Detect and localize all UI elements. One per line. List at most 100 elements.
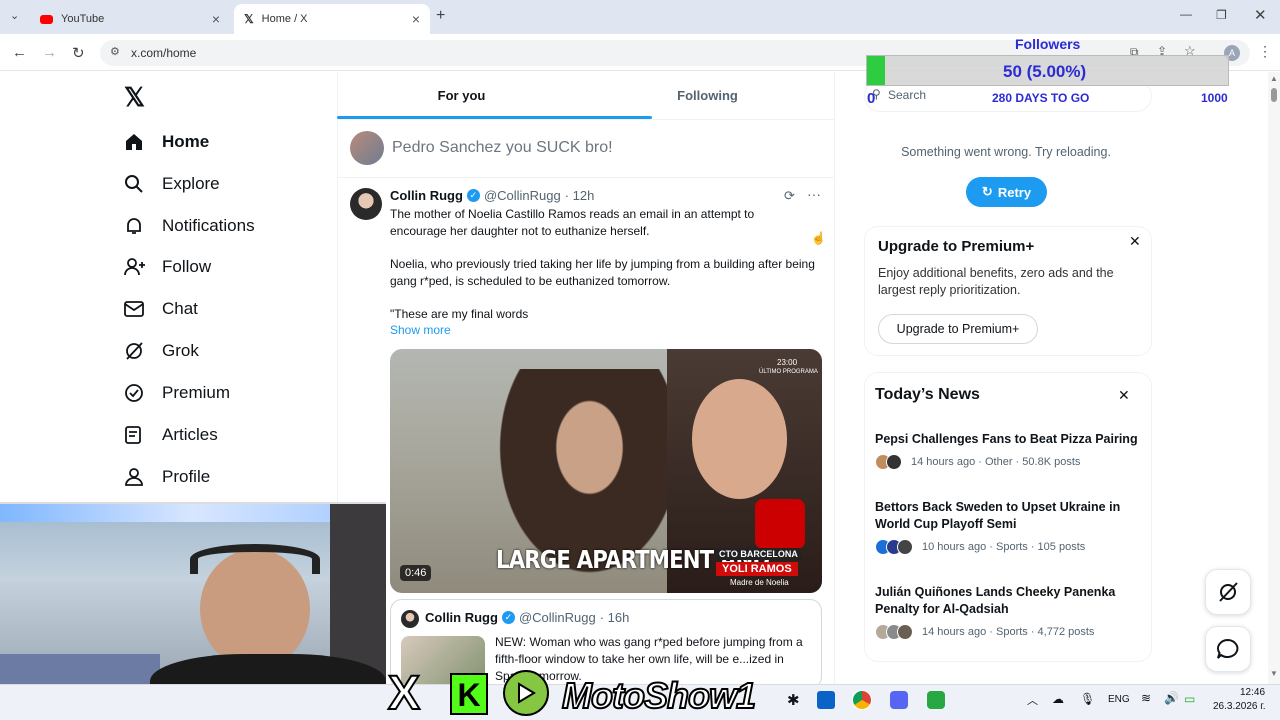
divider [337, 177, 835, 178]
news-item-meta: 14 hours ago · Other · 50.8K posts [911, 456, 1081, 468]
sidebar-item-profile[interactable]: Profile [124, 462, 210, 492]
scrollbar-thumb[interactable] [1271, 88, 1277, 102]
chrome-icon[interactable] [852, 690, 872, 710]
sidebar-item-label: Premium [162, 383, 231, 402]
window-close-icon[interactable]: ✕ [1254, 6, 1267, 24]
grok-actions-icon[interactable]: ⟳ [784, 188, 795, 204]
quoted-time: · 16h [599, 610, 630, 625]
scrollbar[interactable]: ▲ ▼ [1268, 72, 1280, 684]
followers-max: 1000 [1201, 91, 1228, 105]
scrollbar-up-icon[interactable]: ▲ [1270, 74, 1278, 83]
language-indicator[interactable]: ENG [1108, 694, 1130, 705]
tweet-text-p3: "These are my final words [390, 307, 529, 321]
sidebar-item-explore[interactable]: Explore [124, 169, 220, 199]
x-brand-icon: X [387, 667, 421, 720]
user-avatar[interactable] [350, 131, 384, 165]
show-more-link[interactable]: Show more [390, 323, 451, 337]
verified-icon: ✓ [466, 189, 480, 202]
onedrive-icon[interactable]: ☁ [1052, 692, 1064, 706]
app-icon[interactable] [890, 691, 908, 709]
clock-time[interactable]: 12:46 [1240, 687, 1265, 698]
news-item[interactable]: Julián Quiñones Lands Cheeky Panenka Pen… [875, 584, 1143, 640]
search-icon [124, 174, 162, 194]
chat-floating-button[interactable] [1205, 626, 1251, 672]
tweet-author-handle[interactable]: @CollinRugg [484, 188, 561, 203]
tab-x-home[interactable]: 𝕏 Home / X × [234, 4, 430, 34]
upgrade-premium-button[interactable]: Upgrade to Premium+ [878, 314, 1038, 344]
outlook-icon[interactable] [817, 691, 835, 709]
tweet-video[interactable]: 23:00 ÚLTIMO PROGRAMA LARGE APARTMENT AN… [390, 349, 822, 593]
reload-icon[interactable]: ↻ [72, 44, 85, 62]
close-icon[interactable]: ✕ [1118, 387, 1130, 404]
followers-days: 280 DAYS TO GO [992, 91, 1090, 105]
followers-widget-title: Followers [1015, 36, 1081, 52]
avatar [897, 624, 913, 640]
wifi-icon[interactable]: ≋ [1141, 691, 1151, 705]
sidebar-item-chat[interactable]: Chat [124, 294, 198, 324]
volume-icon[interactable]: 🔊 [1164, 691, 1179, 705]
news-item-title: Bettors Back Sweden to Upset Ukraine in … [875, 500, 1121, 531]
tweet-time[interactable]: · 12h [565, 188, 595, 203]
sidebar-item-follow[interactable]: Follow [124, 252, 211, 282]
verified-icon: ✓ [501, 611, 515, 624]
close-icon[interactable]: × [212, 11, 220, 27]
tab-youtube[interactable]: YouTube × [30, 4, 230, 34]
sidebar-item-label: Explore [162, 174, 220, 193]
tab-list-icon[interactable]: ⌄ [10, 9, 19, 22]
tray-chevron-icon[interactable]: ︿ [1027, 692, 1038, 708]
site-info-icon[interactable]: ⚙ [110, 45, 120, 58]
sidebar-item-label: Follow [162, 257, 212, 276]
new-tab-icon[interactable]: + [436, 7, 445, 25]
retry-button[interactable]: ↻ Retry [966, 177, 1047, 207]
mouse-cursor-icon: ☝ [811, 231, 826, 245]
close-icon[interactable]: ✕ [1129, 233, 1141, 250]
more-options-icon[interactable]: ··· [807, 186, 821, 202]
envelope-icon [124, 300, 162, 318]
microphone-icon[interactable]: 🎙 [1080, 692, 1095, 706]
add-person-icon [124, 257, 162, 277]
news-item-meta: 14 hours ago · Sports · 4,772 posts [922, 626, 1095, 638]
clock-date[interactable]: 26.3.2026 г. [1213, 701, 1265, 712]
news-item-title: Julián Quiñones Lands Cheeky Panenka Pen… [875, 585, 1116, 616]
refresh-icon: ↻ [981, 184, 993, 199]
news-item-title: Pepsi Challenges Fans to Beat Pizza Pair… [875, 432, 1138, 446]
battery-icon[interactable]: ▭ [1184, 692, 1195, 706]
tab-following[interactable]: Following [583, 72, 832, 120]
youtube-icon [40, 14, 53, 24]
forward-icon[interactable]: → [42, 44, 57, 61]
news-item-meta: 10 hours ago · Sports · 105 posts [922, 541, 1086, 553]
premium-desc: Enjoy additional benefits, zero ads and … [878, 266, 1114, 297]
tweet-header: Collin Rugg ✓ @CollinRugg · 12h [390, 188, 594, 203]
scrollbar-down-icon[interactable]: ▼ [1270, 669, 1278, 678]
sidebar-item-articles[interactable]: Articles [124, 420, 218, 450]
sidebar-item-grok[interactable]: Grok [124, 336, 199, 366]
news-item-meta-row: 14 hours ago · Sports · 4,772 posts [875, 624, 1143, 640]
compose-input[interactable]: Pedro Sanchez you SUCK bro! [392, 139, 613, 157]
x-logo-icon[interactable]: 𝕏 [124, 82, 145, 113]
video-overlay-program: ÚLTIMO PROGRAMA [759, 369, 818, 375]
followers-value: 50 (5.00%) [1003, 62, 1087, 81]
premium-title: Upgrade to Premium+ [878, 238, 1035, 255]
tweet-author-name[interactable]: Collin Rugg [390, 188, 463, 203]
tweet-text-p2: Noelia, who previously tried taking her … [390, 257, 815, 288]
grok-floating-button[interactable] [1205, 569, 1251, 615]
sidebar-item-premium[interactable]: Premium [124, 378, 230, 408]
puzzle-icon[interactable]: ✱ [787, 691, 800, 709]
browser-menu-icon[interactable]: ⋮ [1258, 43, 1272, 60]
minimize-icon[interactable]: — [1180, 7, 1192, 21]
video-right-face [692, 379, 787, 499]
news-item[interactable]: Pepsi Challenges Fans to Beat Pizza Pair… [875, 431, 1143, 470]
close-icon[interactable]: × [412, 11, 420, 27]
restore-icon[interactable]: ❐ [1216, 8, 1227, 22]
tweet-author-avatar[interactable] [350, 188, 382, 220]
sidebar-item-home[interactable]: Home [124, 127, 209, 157]
video-name-sub: Madre de Noelia [730, 578, 789, 587]
sidebar-item-notifications[interactable]: Notifications [124, 211, 255, 241]
tab-for-you[interactable]: For you [337, 72, 652, 120]
back-icon[interactable]: ← [12, 44, 27, 61]
grok-icon [1219, 582, 1238, 602]
news-item[interactable]: Bettors Back Sweden to Upset Ukraine in … [875, 499, 1143, 555]
sidebar-item-label: Home [162, 132, 210, 151]
app-icon[interactable] [927, 691, 945, 709]
kick-logo-icon: K [450, 673, 488, 715]
